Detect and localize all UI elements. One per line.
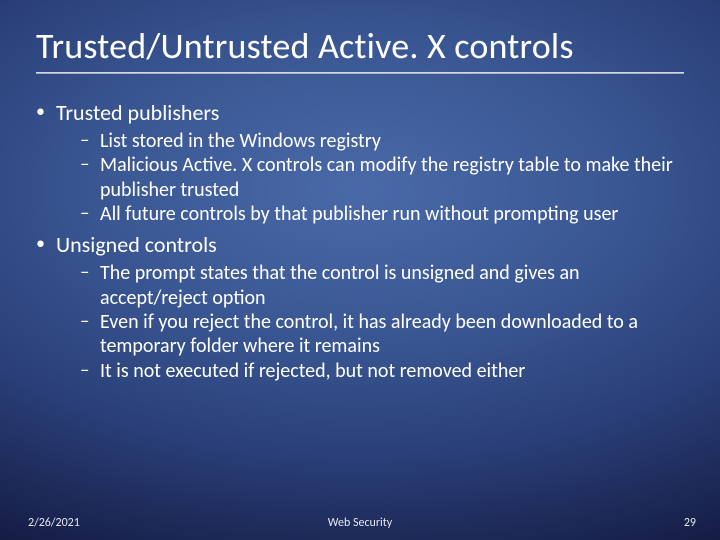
bullet-list: • Trusted publishers – List stored in th… (36, 100, 684, 383)
dash-icon: – (80, 153, 100, 176)
dash-icon: – (80, 202, 100, 225)
list-item-label: Malicious Active. X controls can modify … (100, 153, 684, 202)
list-item: – Malicious Active. X controls can modif… (80, 153, 684, 202)
list-item-label: Trusted publishers (56, 100, 219, 127)
list-item-label: The prompt states that the control is un… (100, 261, 684, 310)
bullet-icon: • (36, 232, 56, 255)
dash-icon: – (80, 359, 100, 382)
list-item-label: Even if you reject the control, it has a… (100, 310, 684, 359)
dash-icon: – (80, 310, 100, 333)
list-item: • Unsigned controls – The prompt states … (36, 232, 684, 383)
sub-list: – List stored in the Windows registry – … (36, 129, 684, 227)
dash-icon: – (80, 129, 100, 152)
footer-title: Web Security (0, 516, 720, 530)
list-item-label: It is not executed if rejected, but not … (100, 359, 525, 383)
bullet-icon: • (36, 100, 56, 123)
slide-content: • Trusted publishers – List stored in th… (36, 100, 684, 520)
sub-list: – The prompt states that the control is … (36, 261, 684, 383)
slide-footer: 2/26/2021 Web Security 29 (0, 516, 720, 530)
list-item-label: All future controls by that publisher ru… (100, 202, 618, 226)
list-item: – All future controls by that publisher … (80, 202, 684, 226)
list-item-label: Unsigned controls (56, 232, 217, 259)
dash-icon: – (80, 261, 100, 284)
list-item: – The prompt states that the control is … (80, 261, 684, 310)
title-underline (36, 72, 684, 74)
list-item-label: List stored in the Windows registry (100, 129, 381, 153)
slide-title: Trusted/Untrusted Active. X controls (36, 24, 684, 68)
list-item: – Even if you reject the control, it has… (80, 310, 684, 359)
slide: Trusted/Untrusted Active. X controls • T… (0, 0, 720, 540)
list-item: – List stored in the Windows registry (80, 129, 684, 153)
list-item: • Trusted publishers – List stored in th… (36, 100, 684, 226)
list-item: – It is not executed if rejected, but no… (80, 359, 684, 383)
